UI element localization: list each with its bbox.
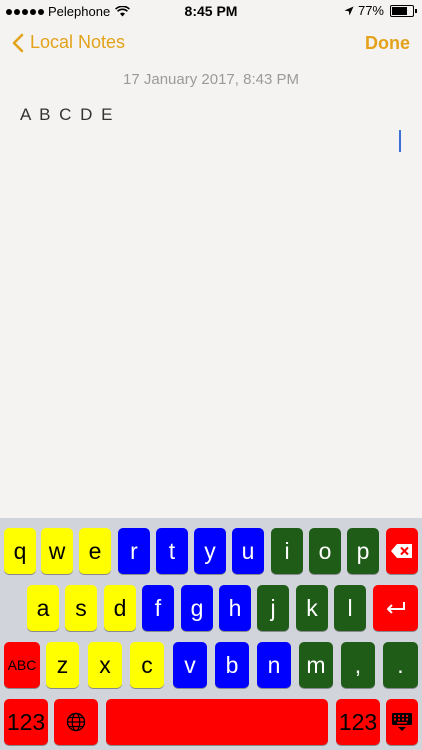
key-d[interactable]: d (104, 585, 136, 631)
key-x[interactable]: x (88, 642, 122, 688)
globe-key[interactable] (54, 699, 98, 745)
key-u[interactable]: u (232, 528, 264, 574)
key-y[interactable]: y (194, 528, 226, 574)
space-bar[interactable] (106, 699, 328, 745)
key-w[interactable]: w (41, 528, 73, 574)
key-i[interactable]: i (271, 528, 303, 574)
numbers-key-right[interactable]: 123 (336, 699, 380, 745)
status-bar: Pelephone 8:45 PM 77% (0, 0, 422, 22)
key-comma[interactable]: , (341, 642, 375, 688)
done-button[interactable]: Done (365, 33, 410, 54)
chevron-left-icon (12, 33, 24, 52)
keyboard-dismiss-icon (392, 713, 412, 731)
key-j[interactable]: j (257, 585, 289, 631)
key-q[interactable]: q (4, 528, 36, 574)
key-l[interactable]: l (334, 585, 366, 631)
key-c[interactable]: c (130, 642, 164, 688)
key-t[interactable]: t (156, 528, 188, 574)
return-key[interactable] (373, 585, 418, 631)
note-text[interactable]: A B C D E (20, 105, 115, 125)
location-arrow-icon (344, 6, 354, 15)
key-m[interactable]: m (299, 642, 333, 688)
note-timestamp: 17 January 2017, 8:43 PM (123, 71, 299, 88)
globe-icon (66, 712, 86, 732)
key-s[interactable]: s (65, 585, 97, 631)
return-icon (386, 602, 405, 614)
delete-key[interactable] (386, 528, 418, 574)
battery-icon (390, 4, 417, 17)
key-a[interactable]: a (27, 585, 59, 631)
key-n[interactable]: n (257, 642, 291, 688)
delete-icon (391, 544, 412, 558)
dismiss-keyboard-key[interactable] (386, 699, 418, 745)
keyboard: q w e r t y u i o p a s d f g h j k l AB… (0, 518, 422, 750)
key-b[interactable]: b (215, 642, 249, 688)
numbers-key[interactable]: 123 (4, 699, 48, 745)
key-f[interactable]: f (142, 585, 174, 631)
key-o[interactable]: o (309, 528, 341, 574)
key-h[interactable]: h (219, 585, 251, 631)
back-button-label: Local Notes (30, 32, 126, 52)
back-button[interactable]: Local Notes (12, 32, 125, 53)
key-g[interactable]: g (181, 585, 213, 631)
text-cursor (399, 130, 401, 152)
navigation-bar: Local Notes Done (0, 22, 422, 66)
battery-percent: 77% (357, 3, 384, 18)
key-p[interactable]: p (347, 528, 379, 574)
key-r[interactable]: r (118, 528, 150, 574)
key-z[interactable]: z (46, 642, 79, 688)
key-period[interactable]: . (383, 642, 418, 688)
key-e[interactable]: e (79, 528, 111, 574)
key-v[interactable]: v (173, 642, 207, 688)
key-k[interactable]: k (296, 585, 328, 631)
shift-key[interactable]: ABC (4, 642, 40, 688)
